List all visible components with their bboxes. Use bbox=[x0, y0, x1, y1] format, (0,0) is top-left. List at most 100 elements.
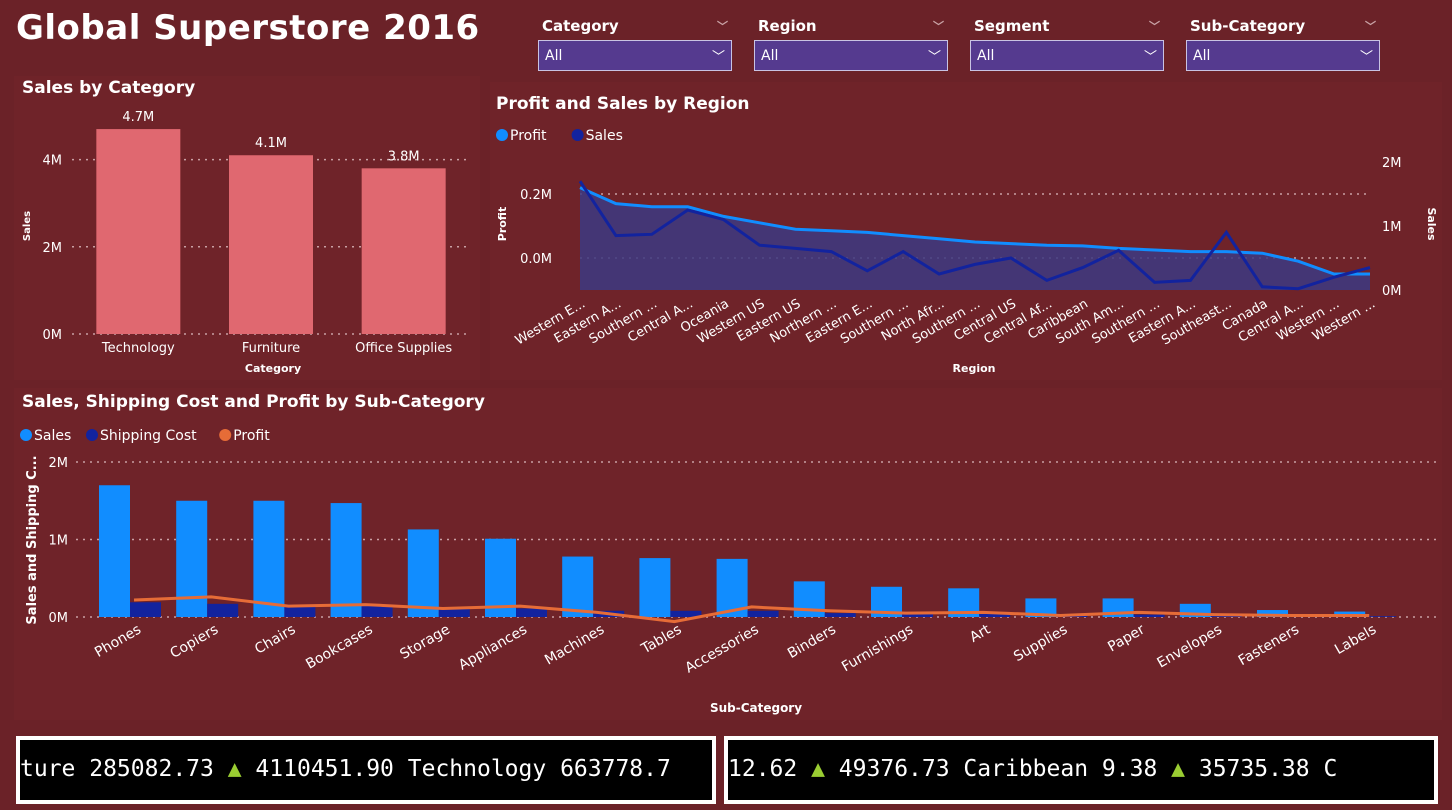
shipping-bar bbox=[516, 608, 547, 617]
subcategory-chart[interactable]: Sales Shipping Cost Profit 0M 1M 2M Sales and … bbox=[14, 388, 1442, 720]
x-tick-label: Bookcases bbox=[303, 622, 375, 673]
legend-label: Sales bbox=[586, 128, 623, 144]
y-axis-title: Profit bbox=[496, 207, 509, 241]
ticker-text: ture 285082.73 ▲ 4110451.90 Technology 6… bbox=[20, 756, 671, 782]
sales-bar bbox=[99, 485, 130, 617]
x-tick-label: Supplies bbox=[1011, 622, 1070, 665]
shipping-bar bbox=[1133, 614, 1165, 617]
y-axis-title: Sales and Shipping C... bbox=[25, 455, 40, 624]
x-tick-label: Tables bbox=[638, 622, 685, 658]
x-tick-label: Fasteners bbox=[1236, 622, 1302, 669]
segment-dropdown[interactable]: All ﹀ bbox=[970, 40, 1164, 71]
sub-category-slicer[interactable]: Sub-Category ﹀ All ﹀ bbox=[1186, 12, 1380, 76]
shipping-bar bbox=[747, 610, 779, 617]
x-tick-label: Art bbox=[967, 621, 993, 646]
legend-marker bbox=[20, 429, 32, 441]
scrolling-ticker-left: ture 285082.73 ▲ 4110451.90 Technology 6… bbox=[16, 736, 716, 804]
x-axis-title: Category bbox=[245, 362, 301, 375]
bar bbox=[229, 155, 313, 334]
sales-bar bbox=[639, 558, 671, 617]
x-tick-label: Appliances bbox=[456, 622, 530, 674]
sub-category-dropdown[interactable]: All ﹀ bbox=[1186, 40, 1380, 71]
ticker-segment: 4110451.90 Technology 663778.7 bbox=[241, 756, 671, 782]
profit-sales-by-region-chart[interactable]: Profit Sales0.0M0.2M0M1M2MProfit SalesWest… bbox=[490, 82, 1442, 380]
y-tick-label: 2M bbox=[49, 456, 69, 471]
y-tick-label: 1M bbox=[49, 534, 69, 549]
profit-sales-by-region-panel[interactable]: Profit and Sales by Region Profit Sales 0.… bbox=[490, 82, 1442, 380]
y-tick-label: 2M bbox=[43, 241, 63, 256]
chevron-down-icon[interactable]: ﹀ bbox=[933, 18, 944, 34]
sales-bar bbox=[562, 556, 594, 617]
subcategory-panel[interactable]: Sales, Shipping Cost and Profit by Sub-C… bbox=[14, 388, 1442, 720]
x-axis-title: Sub-Category bbox=[710, 701, 802, 715]
scrolling-ticker-right: 12.62 ▲ 49376.73 Caribbean 9.38 ▲ 35735.… bbox=[724, 736, 1438, 804]
legend-marker bbox=[86, 429, 98, 441]
y-tick-label: 0M bbox=[43, 328, 63, 343]
x-tick-label: Office Supplies bbox=[355, 341, 452, 356]
chevron-down-icon: ﹀ bbox=[1143, 50, 1157, 65]
sales-bar bbox=[253, 500, 285, 617]
chevron-down-icon[interactable]: ﹀ bbox=[1365, 18, 1376, 34]
bar bbox=[96, 129, 181, 334]
legend-label: Profit bbox=[510, 128, 547, 144]
x-tick-label: Envelopes bbox=[1155, 622, 1225, 672]
y-axis-title: Sales bbox=[22, 211, 33, 241]
chevron-down-icon[interactable]: ﹀ bbox=[717, 18, 728, 34]
shipping-bar bbox=[207, 603, 239, 617]
sales-by-category-panel[interactable]: Sales by Category 0M 2M 4M Sales 4.7M Technol… bbox=[14, 76, 480, 380]
category-slicer[interactable]: Category ﹀ All ﹀ bbox=[538, 12, 732, 76]
ticker-segment: 12.62 bbox=[728, 756, 812, 782]
legend-marker bbox=[496, 129, 508, 141]
up-triangle-icon: ▲ bbox=[811, 756, 825, 782]
up-triangle-icon: ▲ bbox=[1171, 756, 1185, 782]
x-tick-label: Phones bbox=[92, 622, 144, 661]
bar bbox=[361, 168, 446, 334]
x-tick-label: Accessories bbox=[683, 622, 762, 677]
x-tick-label: Machines bbox=[542, 622, 607, 669]
slicer-value: All bbox=[761, 47, 779, 64]
data-label: 3.8M bbox=[388, 149, 420, 164]
slicer-label: Sub-Category bbox=[1190, 17, 1306, 35]
sales-by-category-chart[interactable]: 0M 2M 4M Sales 4.7M Technology 4.1M Furniture 3.… bbox=[14, 76, 480, 380]
legend-label: Sales bbox=[34, 428, 71, 444]
slicer-label: Segment bbox=[974, 17, 1050, 35]
chevron-down-icon[interactable]: ﹀ bbox=[1149, 18, 1160, 34]
profit-area bbox=[580, 187, 1370, 290]
x-tick-label: Binders bbox=[785, 622, 839, 662]
legend-label: Profit bbox=[233, 428, 270, 444]
y2-tick-label: 2M bbox=[1382, 156, 1402, 171]
x-tick-label: Labels bbox=[1332, 622, 1379, 658]
chevron-down-icon: ﹀ bbox=[1359, 50, 1373, 65]
slicer-label: Region bbox=[758, 17, 817, 35]
data-label: 4.7M bbox=[122, 110, 154, 125]
legend-label: Shipping Cost bbox=[100, 428, 197, 444]
region-dropdown[interactable]: All ﹀ bbox=[754, 40, 948, 71]
chevron-down-icon: ﹀ bbox=[927, 50, 941, 65]
y2-tick-label: 0M bbox=[1382, 284, 1402, 299]
ticker-segment: 49376.73 Caribbean 9.38 bbox=[824, 756, 1172, 782]
ticker-segment: ture 285082.73 bbox=[20, 756, 228, 782]
dashboard-title: Global Superstore 2016 bbox=[16, 8, 480, 48]
region-slicer[interactable]: Region ﹀ All ﹀ bbox=[754, 12, 948, 76]
y-tick-label: 0M bbox=[49, 611, 69, 626]
legend-marker bbox=[571, 129, 584, 141]
segment-slicer[interactable]: Segment ﹀ All ﹀ bbox=[970, 12, 1164, 76]
data-label: 4.1M bbox=[255, 136, 287, 151]
sales-bar bbox=[330, 503, 362, 617]
x-axis-title: Region bbox=[953, 362, 996, 375]
legend-marker bbox=[219, 429, 232, 441]
category-dropdown[interactable]: All ﹀ bbox=[538, 40, 732, 71]
y-tick-label: 4M bbox=[43, 154, 63, 169]
shipping-bar bbox=[130, 602, 161, 617]
slicer-label: Category bbox=[542, 17, 619, 35]
slicer-value: All bbox=[977, 47, 995, 64]
y2-tick-label: 1M bbox=[1382, 220, 1402, 235]
x-tick-label: Paper bbox=[1105, 621, 1148, 655]
up-triangle-icon: ▲ bbox=[227, 756, 242, 782]
slicer-value: All bbox=[1193, 47, 1211, 64]
x-tick-label: Copiers bbox=[167, 622, 221, 662]
chevron-down-icon: ﹀ bbox=[711, 50, 725, 65]
x-tick-label: Chairs bbox=[252, 622, 298, 658]
x-tick-label: Furnishings bbox=[839, 622, 916, 676]
slicer-value: All bbox=[545, 47, 563, 64]
